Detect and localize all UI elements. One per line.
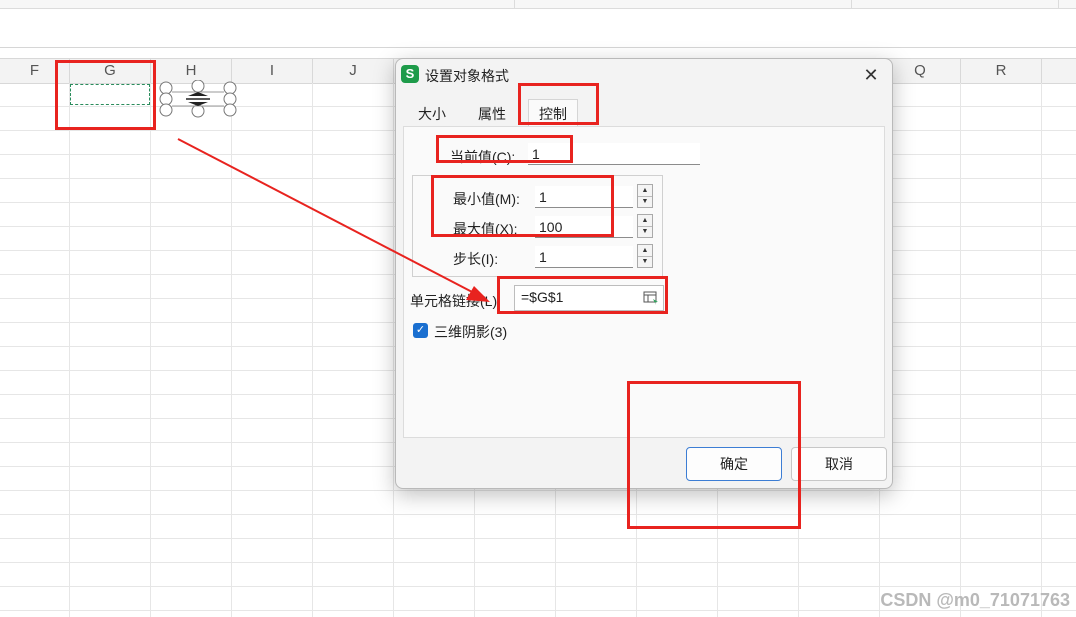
watermark: CSDN @m0_71071763 — [880, 590, 1070, 610]
annotation-arrow — [177, 138, 490, 302]
